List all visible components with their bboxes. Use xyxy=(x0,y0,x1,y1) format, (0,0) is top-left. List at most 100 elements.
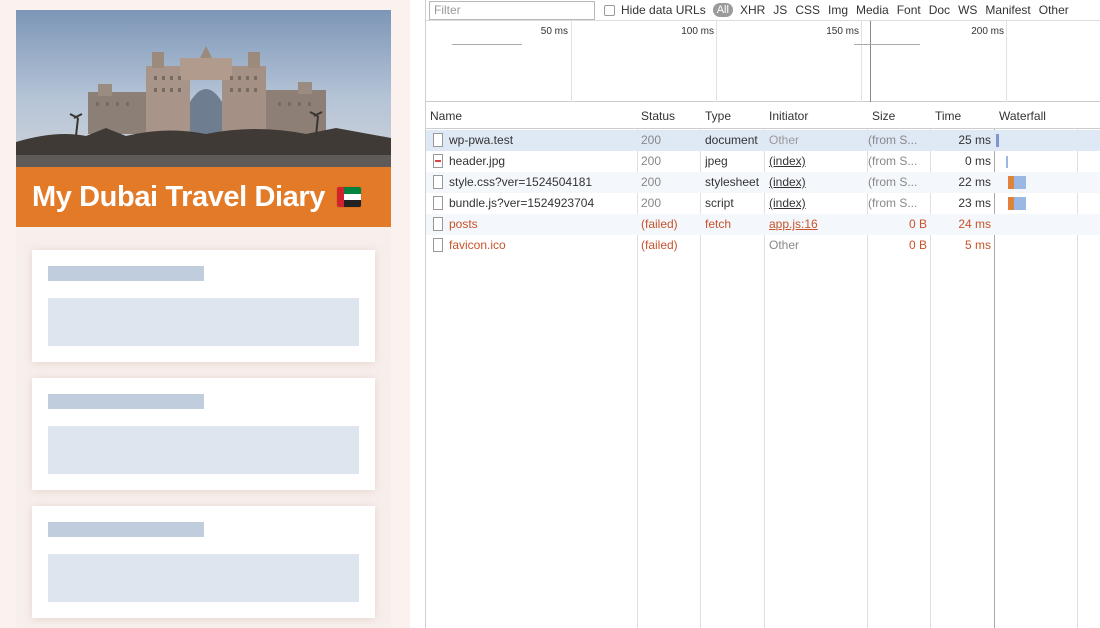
request-size: (from S... xyxy=(868,154,918,168)
request-size: (from S... xyxy=(868,133,918,147)
request-type: script xyxy=(705,196,734,210)
website-preview: My Dubai Travel Diary xyxy=(0,0,410,628)
table-header: Name Status Type Initiator Size Time Wat… xyxy=(426,102,1100,129)
request-status: (failed) xyxy=(641,217,678,231)
timeline-label: 50 ms xyxy=(540,26,568,37)
table-row-failed[interactable]: favicon.ico (failed) Other 0 B 5 ms xyxy=(426,235,1100,256)
table-row[interactable]: bundle.js?ver=1524923704 200 script (ind… xyxy=(426,193,1100,214)
filter-img[interactable]: Img xyxy=(828,3,848,17)
placeholder-title xyxy=(48,394,204,409)
image-file-icon xyxy=(433,154,443,168)
request-name: posts xyxy=(449,217,478,231)
placeholder-body xyxy=(48,298,359,346)
request-time: 24 ms xyxy=(958,217,991,231)
waterfall-bar-download xyxy=(1014,176,1026,189)
filter-js[interactable]: JS xyxy=(773,3,787,17)
hide-data-urls-checkbox[interactable] xyxy=(604,4,615,16)
filter-input[interactable] xyxy=(429,0,595,20)
filter-manifest[interactable]: Manifest xyxy=(985,3,1030,17)
column-header-waterfall[interactable]: Waterfall xyxy=(999,109,1046,123)
header-image xyxy=(16,10,391,167)
request-time: 0 ms xyxy=(964,154,991,168)
filter-font[interactable]: Font xyxy=(897,3,921,17)
table-row[interactable]: style.css?ver=1524504181 200 stylesheet … xyxy=(426,172,1100,193)
atlantis-hotel-illustration xyxy=(16,10,391,167)
network-panel: Hide data URLs All XHR JS CSS Img Media … xyxy=(426,0,1100,628)
request-name: style.css?ver=1524504181 xyxy=(449,175,593,189)
filter-xhr[interactable]: XHR xyxy=(740,3,765,17)
timeline-gridline xyxy=(716,21,717,103)
request-time: 23 ms xyxy=(958,196,991,210)
request-type: jpeg xyxy=(705,154,728,168)
request-size: (from S... xyxy=(868,196,918,210)
waterfall-bar xyxy=(996,134,999,147)
favicon-file-icon xyxy=(433,238,443,252)
request-status: 200 xyxy=(641,133,662,147)
timeline-label: 200 ms xyxy=(971,26,1004,37)
screen: My Dubai Travel Diary H xyxy=(0,0,1100,628)
request-time: 25 ms xyxy=(958,133,991,147)
placeholder-body xyxy=(48,426,359,474)
site-page: My Dubai Travel Diary xyxy=(16,10,391,628)
requests-table: Name Status Type Initiator Size Time Wat… xyxy=(426,102,1100,628)
column-header-type[interactable]: Type xyxy=(705,109,731,123)
waterfall-bar xyxy=(1006,156,1008,168)
timeline-overview[interactable]: 50 ms 100 ms 150 ms 200 ms xyxy=(426,20,1100,103)
script-file-icon xyxy=(433,196,443,210)
request-name: header.jpg xyxy=(449,154,506,168)
request-initiator-link[interactable]: (index) xyxy=(769,175,865,189)
column-header-size[interactable]: Size xyxy=(872,109,895,123)
timeline-gridline xyxy=(1006,21,1007,103)
filter-media[interactable]: Media xyxy=(856,3,889,17)
table-row-failed[interactable]: posts (failed) fetch app.js:16 0 B 24 ms xyxy=(426,214,1100,235)
placeholder-body xyxy=(48,554,359,602)
request-initiator: Other xyxy=(769,133,800,147)
request-initiator-link[interactable]: (index) xyxy=(769,196,865,210)
site-title: My Dubai Travel Diary xyxy=(32,180,325,213)
site-title-bar: My Dubai Travel Diary xyxy=(16,167,391,227)
timeline-request-bar xyxy=(854,44,920,45)
table-row[interactable]: wp-pwa.test 200 document Other (from S..… xyxy=(426,130,1100,151)
column-header-initiator[interactable]: Initiator xyxy=(769,109,808,123)
request-size: (from S... xyxy=(868,175,918,189)
loading-placeholder-card xyxy=(32,250,375,362)
request-initiator-link[interactable]: app.js:16 xyxy=(769,217,865,231)
loading-placeholder-card xyxy=(32,506,375,618)
column-header-status[interactable]: Status xyxy=(641,109,675,123)
fetch-file-icon xyxy=(433,217,443,231)
request-size: 0 B xyxy=(908,217,927,231)
placeholder-title xyxy=(48,266,204,281)
filter-css[interactable]: CSS xyxy=(795,3,820,17)
filter-ws[interactable]: WS xyxy=(958,3,977,17)
waterfall-bar-download xyxy=(1014,197,1026,210)
filter-doc[interactable]: Doc xyxy=(929,3,950,17)
timeline-marker xyxy=(870,21,871,103)
request-type: fetch xyxy=(705,217,732,231)
column-header-name[interactable]: Name xyxy=(430,109,462,123)
timeline-request-bar xyxy=(452,44,522,45)
document-file-icon xyxy=(433,133,443,147)
uae-flag-icon xyxy=(337,187,361,207)
column-header-time[interactable]: Time xyxy=(935,109,961,123)
placeholder-title xyxy=(48,522,204,537)
request-time: 22 ms xyxy=(958,175,991,189)
request-initiator-link[interactable]: (index) xyxy=(769,154,865,168)
timeline-gridline xyxy=(571,21,572,103)
request-status: (failed) xyxy=(641,238,678,252)
request-type: document xyxy=(705,133,758,147)
timeline-label: 150 ms xyxy=(826,26,859,37)
loading-placeholder-card xyxy=(32,378,375,490)
table-row[interactable]: header.jpg 200 jpeg (index) (from S... 0… xyxy=(426,151,1100,172)
request-status: 200 xyxy=(641,175,662,189)
hide-data-urls-label: Hide data URLs xyxy=(621,3,706,17)
filter-other[interactable]: Other xyxy=(1039,3,1069,17)
request-name: wp-pwa.test xyxy=(449,133,514,147)
network-filter-bar: Hide data URLs All XHR JS CSS Img Media … xyxy=(426,0,1100,20)
request-time: 5 ms xyxy=(964,238,991,252)
request-initiator: Other xyxy=(769,238,800,252)
filter-all[interactable]: All xyxy=(712,3,733,17)
timeline-label: 100 ms xyxy=(681,26,714,37)
timeline-gridline xyxy=(861,21,862,103)
request-size: 0 B xyxy=(908,238,927,252)
request-type: stylesheet xyxy=(705,175,760,189)
